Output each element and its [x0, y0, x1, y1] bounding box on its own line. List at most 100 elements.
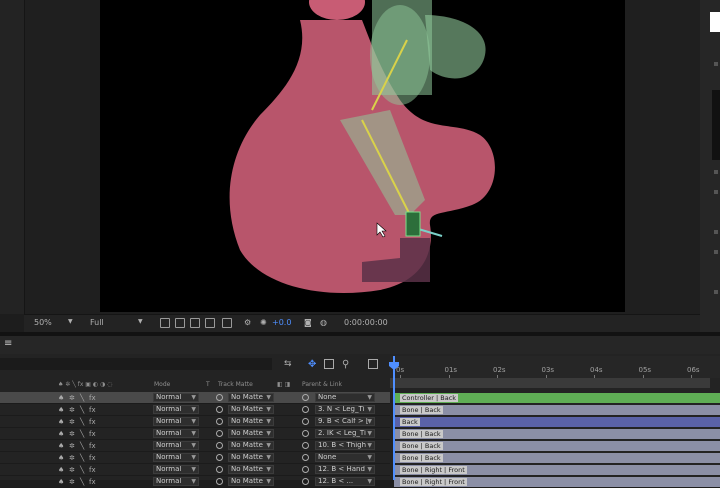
track-matte-dropdown[interactable]: No Matte ▼	[228, 429, 274, 438]
mode-dropdown[interactable]: Normal ▼	[153, 441, 199, 450]
pickwhip-icon[interactable]	[216, 394, 223, 401]
track-matte-dropdown[interactable]: No Matte ▼	[228, 453, 274, 462]
frame-blending-icon[interactable]: ✥	[308, 359, 318, 370]
shy-layers-icon[interactable]: ⇆	[284, 359, 294, 369]
fx-switch-icon[interactable]: fx	[89, 442, 96, 450]
channel-icon[interactable]	[222, 318, 232, 328]
draft-3d-icon[interactable]	[368, 359, 378, 369]
layer-row[interactable]: ♠ ✲ ╲ fx Normal ▼ No Matte ▼ 10. B < Thigh ▼	[0, 440, 390, 452]
layer-row[interactable]: ♠ ✲ ╲ fx Normal ▼ No Matte ▼ None ▼	[0, 452, 390, 464]
shy-switch-icon[interactable]: ♠	[58, 430, 64, 438]
fx-switch-icon[interactable]: fx	[89, 418, 96, 426]
parent-pickwhip-icon[interactable]	[302, 442, 309, 449]
graph-editor-icon[interactable]: ⚲	[342, 359, 352, 370]
mode-dropdown[interactable]: Normal ▼	[153, 477, 199, 486]
pickwhip-icon[interactable]	[216, 418, 223, 425]
snapshot-icon[interactable]: ◙	[304, 318, 312, 327]
pickwhip-icon[interactable]	[216, 442, 223, 449]
show-snapshot-icon[interactable]: ◍	[320, 318, 327, 327]
parent-dropdown[interactable]: 12. B < Hand ▼	[315, 465, 375, 474]
layer-row[interactable]: ♠ ✲ ╲ fx Normal ▼ No Matte ▼ 12. B < Hand ▼	[0, 464, 390, 476]
collapse-switch-icon[interactable]: ✲	[69, 466, 75, 474]
mode-dropdown[interactable]: Normal ▼	[153, 417, 199, 426]
quality-switch-icon[interactable]: ╲	[80, 430, 84, 438]
mask-visibility-icon[interactable]	[190, 318, 200, 328]
timecode-display[interactable]: 0:00:00:00	[344, 318, 388, 327]
layer-search-input[interactable]	[0, 358, 272, 370]
layer-row[interactable]: ♠ ✲ ╲ fx Normal ▼ No Matte ▼ 12. B < ... ▼	[0, 476, 390, 488]
layer-row[interactable]: ♠ ✲ ╲ fx Normal ▼ No Matte ▼ 2. IK < Leg_Ti ▼	[0, 428, 390, 440]
foot-controller[interactable]	[405, 211, 421, 237]
composition-canvas[interactable]	[100, 0, 625, 312]
shy-switch-icon[interactable]: ♠	[58, 442, 64, 450]
track-matte-dropdown[interactable]: No Matte ▼	[228, 465, 274, 474]
quality-switch-icon[interactable]: ╲	[80, 454, 84, 462]
pickwhip-icon[interactable]	[216, 466, 223, 473]
exposure-reset-icon[interactable]: ✺	[260, 318, 267, 327]
layer-duration-bar[interactable]: Bone | Right | Front	[394, 477, 720, 487]
parent-pickwhip-icon[interactable]	[302, 418, 309, 425]
fx-switch-icon[interactable]: fx	[89, 466, 96, 474]
guides-icon[interactable]	[205, 318, 215, 328]
parent-dropdown[interactable]: 2. IK < Leg_Ti ▼	[315, 429, 375, 438]
collapse-switch-icon[interactable]: ✲	[69, 442, 75, 450]
shy-switch-icon[interactable]: ♠	[58, 418, 64, 426]
motion-blur-icon[interactable]	[324, 359, 334, 369]
parent-pickwhip-icon[interactable]	[302, 478, 309, 485]
collapse-switch-icon[interactable]: ✲	[69, 394, 75, 402]
collapse-switch-icon[interactable]: ✲	[69, 454, 75, 462]
parent-pickwhip-icon[interactable]	[302, 466, 309, 473]
track-matte-dropdown[interactable]: No Matte ▼	[228, 405, 274, 414]
layer-duration-bar[interactable]: Bone | Back	[394, 453, 720, 463]
panel-menu-icon[interactable]: ≡	[4, 338, 12, 349]
track-matte-dropdown[interactable]: No Matte ▼	[228, 393, 274, 402]
pickwhip-icon[interactable]	[216, 454, 223, 461]
parent-dropdown[interactable]: 9. B < Calf > [▼	[315, 417, 375, 426]
shy-switch-icon[interactable]: ♠	[58, 454, 64, 462]
track-matte-dropdown[interactable]: No Matte ▼	[228, 441, 274, 450]
layer-duration-bar[interactable]: Bone | Back	[394, 441, 720, 451]
time-ruler[interactable]: 0s 01s 02s 03s 04s 05s 06s	[390, 356, 720, 378]
parent-dropdown[interactable]: None ▼	[315, 453, 375, 462]
region-of-interest-icon[interactable]	[160, 318, 170, 328]
parent-pickwhip-icon[interactable]	[302, 394, 309, 401]
quality-switch-icon[interactable]: ╲	[80, 394, 84, 402]
collapse-switch-icon[interactable]: ✲	[69, 478, 75, 486]
mode-dropdown[interactable]: Normal ▼	[153, 453, 199, 462]
quality-switch-icon[interactable]: ╲	[80, 466, 84, 474]
mode-dropdown[interactable]: Normal ▼	[153, 393, 199, 402]
transparency-grid-icon[interactable]	[175, 318, 185, 328]
parent-dropdown[interactable]: 3. N < Leg_Ti ▼	[315, 405, 375, 414]
fx-switch-icon[interactable]: fx	[89, 430, 96, 438]
layer-row[interactable]: ♠ ✲ ╲ fx Normal ▼ No Matte ▼ None ▼	[0, 392, 390, 404]
layer-duration-bar[interactable]: Bone | Back	[394, 405, 720, 415]
quality-switch-icon[interactable]: ╲	[80, 406, 84, 414]
shy-switch-icon[interactable]: ♠	[58, 466, 64, 474]
mode-dropdown[interactable]: Normal ▼	[153, 429, 199, 438]
layer-row[interactable]: ♠ ✲ ╲ fx Normal ▼ No Matte ▼ 9. B < Calf > [▼	[0, 416, 390, 428]
parent-pickwhip-icon[interactable]	[302, 430, 309, 437]
fx-switch-icon[interactable]: fx	[89, 478, 96, 486]
fx-switch-icon[interactable]: fx	[89, 394, 96, 402]
parent-pickwhip-icon[interactable]	[302, 406, 309, 413]
color-wheel-icon[interactable]: ⚙	[244, 318, 251, 327]
quality-switch-icon[interactable]: ╲	[80, 418, 84, 426]
layer-duration-bar[interactable]: Bone | Back	[394, 429, 720, 439]
layer-duration-bar[interactable]: Back	[394, 417, 720, 427]
layer-row[interactable]: ♠ ✲ ╲ fx Normal ▼ No Matte ▼ 3. N < Leg_Ti ▼	[0, 404, 390, 416]
layer-duration-bar[interactable]: Bone | Right | Front	[394, 465, 720, 475]
parent-dropdown[interactable]: 12. B < ... ▼	[315, 477, 375, 486]
pickwhip-icon[interactable]	[216, 478, 223, 485]
quality-switch-icon[interactable]: ╲	[80, 442, 84, 450]
fx-switch-icon[interactable]: fx	[89, 406, 96, 414]
collapse-switch-icon[interactable]: ✲	[69, 418, 75, 426]
parent-pickwhip-icon[interactable]	[302, 454, 309, 461]
playhead[interactable]	[393, 356, 395, 480]
panel-scrollbar[interactable]	[712, 90, 720, 160]
track-matte-dropdown[interactable]: No Matte ▼	[228, 477, 274, 486]
zoom-dropdown[interactable]: 50%	[34, 318, 52, 327]
mode-dropdown[interactable]: Normal ▼	[153, 465, 199, 474]
quality-switch-icon[interactable]: ╲	[80, 478, 84, 486]
shy-switch-icon[interactable]: ♠	[58, 478, 64, 486]
fx-switch-icon[interactable]: fx	[89, 454, 96, 462]
